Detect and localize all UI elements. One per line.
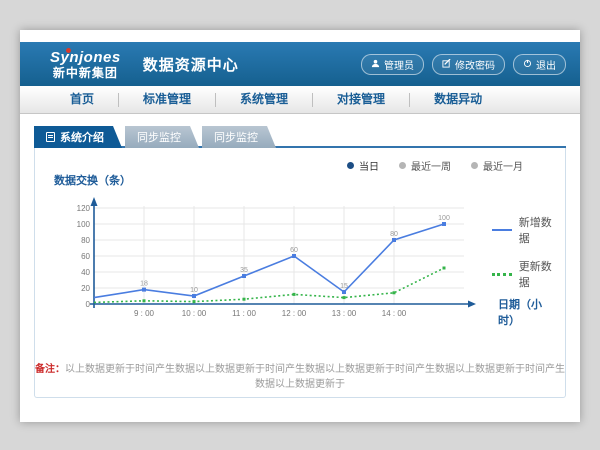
svg-text:100: 100 — [77, 220, 91, 229]
footnote-text: 以上数据更新于时间产生数据以上数据更新于时间产生数据以上数据更新于时间产生数据以… — [65, 364, 565, 390]
nav-item-data-change[interactable]: 数据异动 — [410, 86, 506, 113]
logo-text-cn: 新中新集团 — [50, 67, 121, 79]
svg-text:80: 80 — [81, 236, 90, 245]
svg-text:0: 0 — [86, 300, 91, 309]
svg-text:60: 60 — [81, 252, 90, 261]
svg-text:60: 60 — [290, 247, 298, 254]
document-icon — [46, 132, 55, 142]
dotted-line-icon — [492, 273, 512, 276]
radio-label: 最近一周 — [411, 158, 451, 173]
logout-label: 退出 — [536, 57, 556, 72]
power-icon — [523, 59, 532, 71]
company-logo: Synjones 新中新集团 — [50, 50, 121, 79]
chart-legend: 新增数据 更新数据 — [492, 214, 555, 302]
app-header: Synjones 新中新集团 数据资源中心 管理员 修改密码 退出 — [20, 42, 580, 86]
radio-label: 最近一月 — [483, 158, 523, 173]
range-filter-group: 当日 最近一周 最近一月 — [347, 158, 523, 173]
header-buttons: 管理员 修改密码 退出 — [361, 54, 566, 75]
main-window: Synjones 新中新集团 数据资源中心 管理员 修改密码 退出 首页 标准管… — [20, 30, 580, 422]
svg-text:120: 120 — [77, 204, 91, 213]
svg-text:40: 40 — [81, 268, 90, 277]
top-strip — [20, 30, 580, 42]
svg-text:15: 15 — [340, 283, 348, 290]
footnote-prefix: 备注： — [35, 364, 65, 375]
radio-today[interactable]: 当日 — [347, 158, 379, 173]
change-password-button[interactable]: 修改密码 — [432, 54, 505, 75]
svg-text:20: 20 — [81, 284, 90, 293]
edit-icon — [442, 59, 451, 71]
svg-text:80: 80 — [390, 231, 398, 238]
tab-label: 同步监控 — [137, 129, 181, 145]
content-area: 系统介绍 同步监控 同步监控 当日 最近一周 — [20, 114, 580, 398]
tab-sync-monitor-2[interactable]: 同步监控 — [202, 126, 276, 148]
svg-text:9 : 00: 9 : 00 — [134, 309, 155, 318]
logo-accent-dot — [66, 48, 71, 53]
main-nav: 首页 标准管理 系统管理 对接管理 数据异动 — [20, 86, 580, 114]
radio-dot-icon — [471, 162, 478, 169]
legend-item-update-data: 更新数据 — [492, 258, 555, 290]
svg-text:12 : 00: 12 : 00 — [282, 309, 307, 318]
svg-text:10: 10 — [190, 287, 198, 294]
tab-sync-monitor-1[interactable]: 同步监控 — [125, 126, 199, 148]
svg-text:10 : 00: 10 : 00 — [182, 309, 207, 318]
legend-label: 更新数据 — [519, 258, 555, 290]
line-chart: 数据交换（条） 0204060801001209 : 0010 : 0011 :… — [60, 184, 555, 349]
svg-text:18: 18 — [140, 281, 148, 288]
svg-text:13 : 00: 13 : 00 — [332, 309, 357, 318]
radio-last-month[interactable]: 最近一月 — [471, 158, 523, 173]
nav-item-home[interactable]: 首页 — [46, 86, 118, 113]
chart-plot-area: 0 20 40 60 80 100 120 9 : 00 10 : 00 11 : 00 12 : … — [76, 192, 480, 332]
svg-text:14 : 00: 14 : 00 — [382, 309, 407, 318]
nav-item-system[interactable]: 系统管理 — [216, 86, 312, 113]
nav-item-integration[interactable]: 对接管理 — [313, 86, 409, 113]
change-password-label: 修改密码 — [455, 57, 495, 72]
svg-text:100: 100 — [438, 215, 450, 222]
logout-button[interactable]: 退出 — [513, 54, 566, 75]
chart-panel: 当日 最近一周 最近一月 数据交换（条） 0 20 40 60 80 100 120 9 : … — [34, 148, 566, 398]
y-axis-label: 数据交换（条） — [54, 172, 131, 188]
footnote: 备注：以上数据更新于时间产生数据以上数据更新于时间产生数据以上数据更新于时间产生… — [35, 360, 565, 390]
svg-text:35: 35 — [240, 267, 248, 274]
radio-dot-icon — [347, 162, 354, 169]
solid-line-icon — [492, 229, 512, 231]
legend-label: 新增数据 — [519, 214, 555, 246]
logo-text-en: Synjones — [50, 50, 121, 65]
radio-dot-icon — [399, 162, 406, 169]
legend-item-new-data: 新增数据 — [492, 214, 555, 246]
tab-bar: 系统介绍 同步监控 同步监控 — [34, 126, 566, 148]
page-title: 数据资源中心 — [143, 54, 239, 75]
admin-user-label: 管理员 — [384, 57, 414, 72]
tab-label: 同步监控 — [214, 129, 258, 145]
tab-system-intro[interactable]: 系统介绍 — [34, 126, 122, 148]
admin-user-button[interactable]: 管理员 — [361, 54, 424, 75]
user-icon — [371, 59, 380, 71]
radio-label: 当日 — [359, 158, 379, 173]
nav-item-standards[interactable]: 标准管理 — [119, 86, 215, 113]
tab-label: 系统介绍 — [60, 129, 104, 145]
radio-last-week[interactable]: 最近一周 — [399, 158, 451, 173]
svg-text:11 : 00: 11 : 00 — [232, 309, 256, 318]
